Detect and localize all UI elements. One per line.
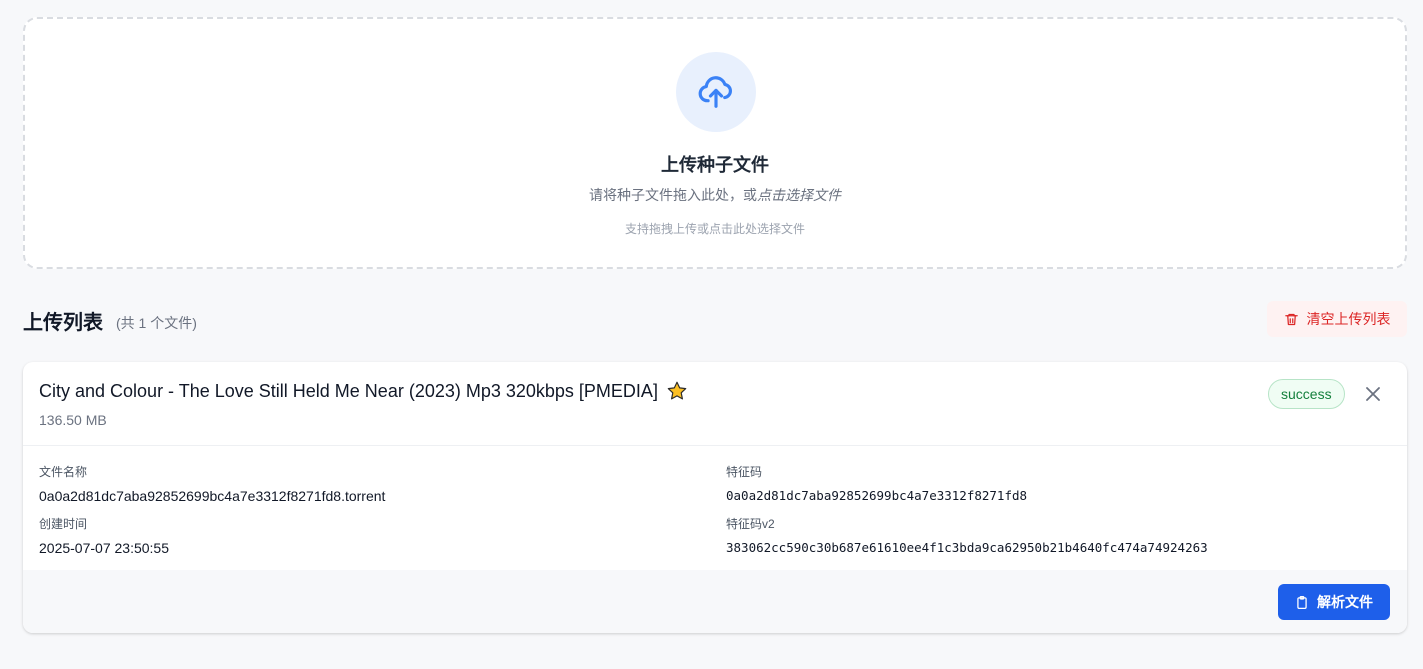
clipboard-icon bbox=[1297, 595, 1307, 609]
upload-icon-circle bbox=[676, 52, 756, 132]
file-title: City and Colour - The Love Still Held Me… bbox=[39, 380, 688, 402]
upload-description: 请将种子文件拖入此处，或点击选择文件 bbox=[25, 185, 1405, 205]
close-icon bbox=[1366, 387, 1380, 401]
created-time-label: 创建时间 bbox=[39, 517, 88, 531]
star-icon bbox=[667, 381, 687, 400]
created-time-value: 2025-07-07 23:50:55 bbox=[39, 540, 169, 556]
status-badge: success bbox=[1268, 379, 1345, 409]
hash-label: 特征码 bbox=[726, 465, 763, 479]
file-title-text: City and Colour - The Love Still Held Me… bbox=[39, 380, 658, 401]
upload-list-count: (共 1 个文件) bbox=[116, 315, 197, 331]
hash-field: 特征码 0a0a2d81dc7aba92852699bc4a7e3312f827… bbox=[726, 463, 1027, 503]
hash-value: 0a0a2d81dc7aba92852699bc4a7e3312f8271fd8 bbox=[726, 488, 1028, 503]
clear-upload-list-button[interactable]: 清空上传列表 bbox=[1267, 301, 1407, 337]
trash-icon bbox=[1284, 313, 1298, 325]
upload-list-title: 上传列表 bbox=[23, 312, 103, 334]
file-size: 136.50 MB bbox=[39, 412, 107, 428]
hash-v2-label: 特征码v2 bbox=[726, 517, 775, 531]
parse-file-label: 解析文件 bbox=[1317, 594, 1373, 610]
parse-file-button[interactable]: 解析文件 bbox=[1278, 584, 1390, 620]
cloud-upload-icon bbox=[698, 76, 732, 108]
upload-title: 上传种子文件 bbox=[661, 155, 769, 175]
clear-upload-list-label: 清空上传列表 bbox=[1306, 311, 1391, 327]
file-name-label: 文件名称 bbox=[39, 465, 88, 479]
upload-dropzone[interactable]: 上传种子文件 请将种子文件拖入此处，或点击选择文件 支持拖拽上传或点击此处选择文… bbox=[23, 17, 1407, 269]
upload-description-text: 请将种子文件拖入此处，或 bbox=[589, 187, 757, 203]
file-name-value: 0a0a2d81dc7aba92852699bc4a7e3312f8271fd8… bbox=[39, 488, 386, 504]
remove-file-button[interactable] bbox=[1363, 384, 1383, 404]
file-name-field: 文件名称 0a0a2d81dc7aba92852699bc4a7e3312f82… bbox=[39, 463, 385, 504]
file-card: City and Colour - The Love Still Held Me… bbox=[23, 362, 1407, 633]
upload-hint: 支持拖拽上传或点击此处选择文件 bbox=[624, 222, 805, 236]
file-card-footer: 解析文件 bbox=[23, 570, 1407, 633]
hash-v2-field: 特征码v2 383062cc590c30b687e61610ee4f1c3bda… bbox=[726, 515, 1208, 555]
hash-v2-value: 383062cc590c30b687e61610ee4f1c3bda9ca629… bbox=[726, 540, 1208, 555]
file-card-header: City and Colour - The Love Still Held Me… bbox=[23, 362, 1407, 446]
created-time-field: 创建时间 2025-07-07 23:50:55 bbox=[39, 515, 169, 556]
select-file-link[interactable]: 点击选择文件 bbox=[757, 187, 841, 203]
